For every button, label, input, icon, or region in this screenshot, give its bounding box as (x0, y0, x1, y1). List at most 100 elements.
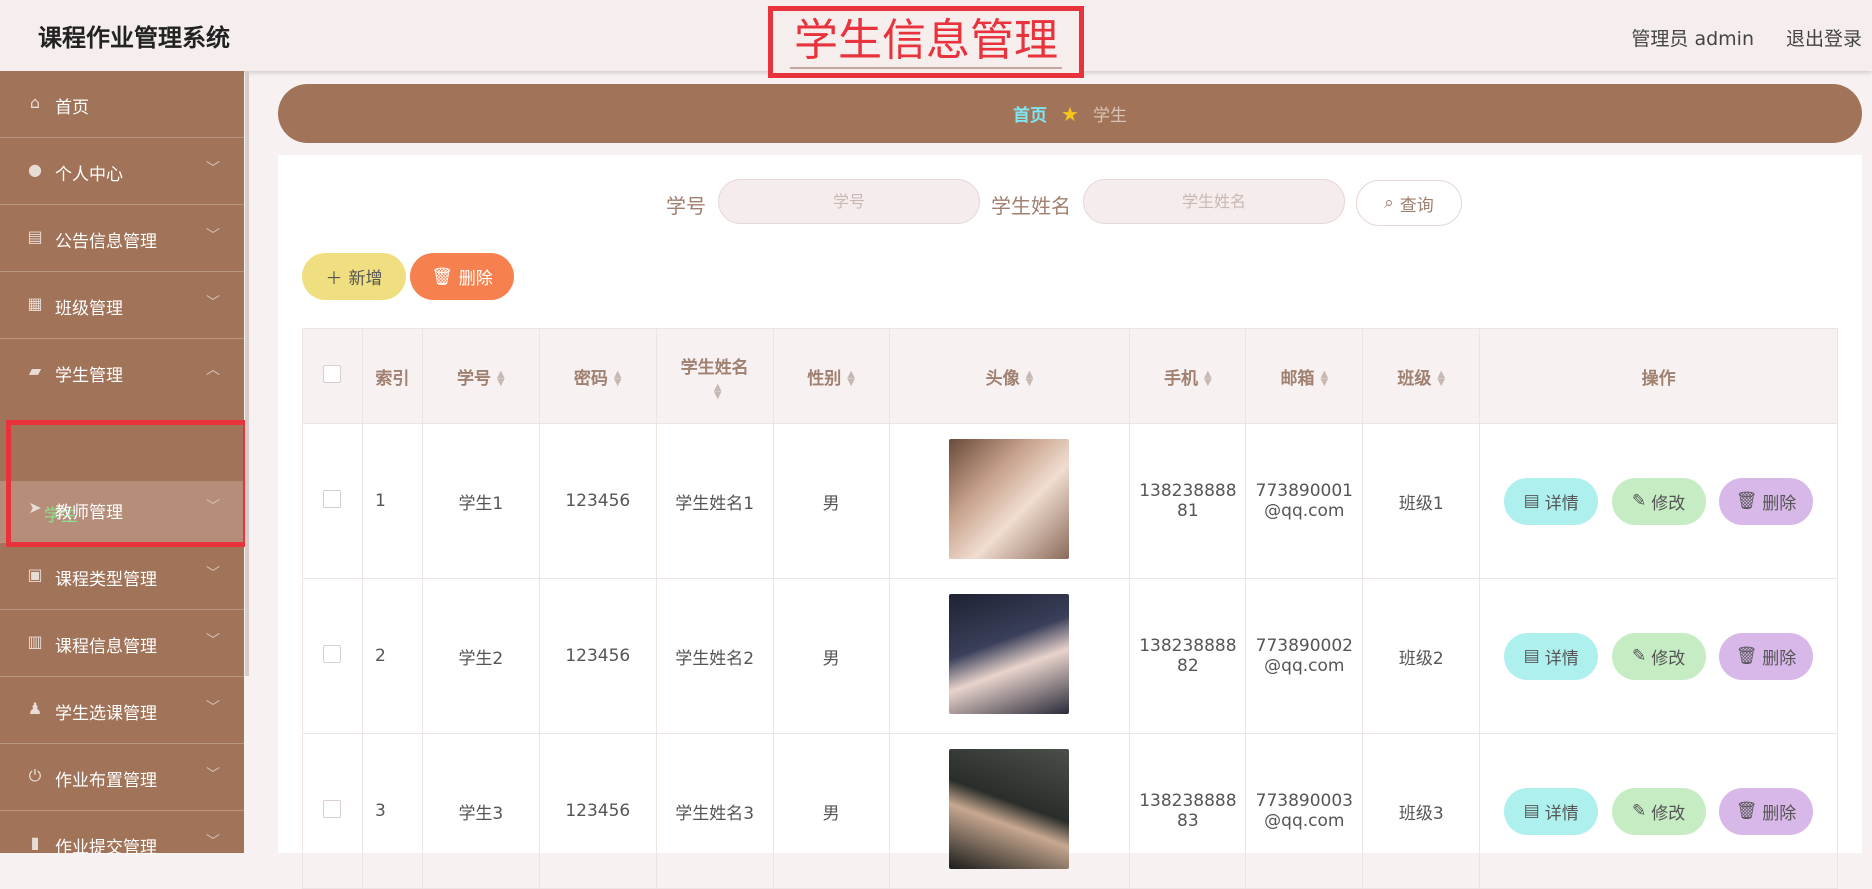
sort-icon[interactable]: ▲ ▼ (614, 369, 622, 387)
logout-link[interactable]: 退出登录 (1786, 24, 1862, 51)
delete-button[interactable]: 🗑 删除 (1719, 787, 1813, 835)
avatar[interactable] (949, 438, 1070, 559)
col-class[interactable]: 班级 ▲ ▼ (1362, 328, 1481, 424)
breadcrumb: 首页 ★ 学生 (278, 84, 1862, 143)
edit-button[interactable]: ✎ 修改 (1611, 787, 1706, 835)
sidebar-item-label: 课程信息管理 (55, 637, 157, 657)
sort-icon[interactable]: ▲ ▼ (1437, 369, 1445, 387)
trash-icon: 🗑 (431, 266, 453, 287)
person-icon: ♟ (27, 699, 43, 718)
detail-button[interactable]: ▤ 详情 (1504, 787, 1599, 835)
avatar[interactable] (949, 593, 1070, 714)
sidebar-item-homework-assign[interactable]: ⏻ 作业布置管理 ﹀ (0, 744, 244, 811)
cell-index: 3 (361, 733, 423, 889)
sidebar-item-label: 公告信息管理 (55, 232, 157, 252)
sidebar-item-course-selection[interactable]: ♟ 学生选课管理 ﹀ (0, 677, 244, 744)
col-student-no[interactable]: 学号 ▲ ▼ (421, 328, 540, 424)
sort-icon[interactable]: ▲ ▼ (1026, 369, 1034, 387)
sidebar-item-homework-submit[interactable]: ▮ 作业提交管理 ﹀ (0, 811, 244, 878)
sort-icon[interactable]: ▲ ▼ (714, 382, 722, 400)
add-button[interactable]: ＋ 新增 (302, 253, 406, 300)
trash-icon: 🗑 (1735, 491, 1758, 511)
col-student-name-label: 学生姓名 (680, 357, 749, 378)
row-select-cell (302, 423, 363, 579)
sidebar-item-course-types[interactable]: ▣ 课程类型管理 ﹀ (0, 543, 244, 610)
col-email[interactable]: 邮箱 ▲ ▼ (1245, 328, 1364, 424)
row-checkbox[interactable] (323, 799, 342, 818)
table-header-row: 索引 学号 ▲ ▼ 密码 ▲ ▼ 学生姓名 ▲ ▼ 性别 ▲ ▼ 头像 ▲ ▼ 手机 ▲ ▼ 邮箱 ▲ ▼ … (302, 328, 1838, 424)
sidebar-item-profile[interactable]: ● 个人中心 ﹀ (0, 138, 244, 205)
cell-student-name: 学生姓名1 (655, 423, 774, 579)
batch-delete-label: 删除 (458, 269, 493, 289)
clipboard-icon: ▤ (27, 227, 43, 246)
sidebar-item-home[interactable]: ⌂ 首页 (0, 71, 244, 138)
cell-index: 2 (361, 578, 423, 734)
query-button-label: 查询 (1399, 195, 1434, 216)
cell-email: 773890002 @qq.com (1245, 578, 1364, 734)
pencil-icon: ✎ (1631, 646, 1647, 666)
student-name-input[interactable]: 学生姓名 (1083, 179, 1345, 224)
avatar[interactable] (949, 748, 1070, 869)
cell-class: 班级3 (1362, 733, 1481, 889)
cell-student-no: 学生2 (421, 578, 540, 734)
student-no-input[interactable]: 学号 (718, 179, 980, 224)
detail-button[interactable]: ▤ 详情 (1504, 477, 1599, 525)
sidebar-item-label: 作业提交管理 (55, 838, 157, 858)
page-title-box: 学生信息管理 (768, 6, 1084, 78)
select-all-checkbox[interactable] (323, 364, 342, 383)
detail-button[interactable]: ▤ 详情 (1504, 632, 1599, 680)
cell-gender: 男 (772, 423, 890, 579)
col-student-name[interactable]: 学生姓名 ▲ ▼ (655, 328, 774, 424)
user-icon: ● (28, 160, 42, 179)
delete-button[interactable]: 🗑 删除 (1719, 477, 1813, 525)
cell-avatar (888, 423, 1131, 579)
cell-avatar (888, 578, 1131, 734)
col-phone-label: 手机 (1164, 368, 1198, 389)
page-title: 学生信息管理 (790, 15, 1062, 69)
delete-button[interactable]: 🗑 删除 (1719, 632, 1813, 680)
row-checkbox[interactable] (323, 644, 342, 663)
app-title: 课程作业管理系统 (38, 24, 230, 52)
document-icon: ▥ (27, 632, 43, 651)
star-icon: ★ (1061, 101, 1079, 126)
col-gender[interactable]: 性别 ▲ ▼ (772, 328, 890, 424)
sort-icon[interactable]: ▲ ▼ (1320, 369, 1328, 387)
sidebar-item-classes[interactable]: ▦ 班级管理 ﹀ (0, 272, 244, 339)
query-button[interactable]: ⌕ 查询 (1356, 180, 1462, 226)
cell-avatar (888, 733, 1131, 889)
document-icon: ▤ (1523, 801, 1540, 821)
sort-icon[interactable]: ▲ ▼ (847, 369, 855, 387)
chevron-down-icon: ﹀ (206, 228, 220, 244)
chevron-down-icon: ﹀ (206, 295, 220, 311)
sort-icon[interactable]: ▲ ▼ (497, 369, 505, 387)
sidebar-item-students[interactable]: ▰ 学生管理 ︿ (0, 339, 244, 406)
col-avatar[interactable]: 头像 ▲ ▼ (888, 328, 1131, 424)
cell-phone: 138238888 82 (1129, 578, 1247, 734)
briefcase-icon: ▣ (27, 565, 43, 584)
sidebar-item-label: 首页 (55, 98, 89, 118)
col-class-label: 班级 (1397, 368, 1432, 389)
pencil-icon: ✎ (1631, 491, 1647, 511)
breadcrumb-home[interactable]: 首页 (1013, 101, 1047, 126)
student-table: 索引 学号 ▲ ▼ 密码 ▲ ▼ 学生姓名 ▲ ▼ 性别 ▲ ▼ 头像 ▲ ▼ 手机 ▲ ▼ 邮箱 ▲ ▼ … (302, 328, 1838, 889)
sidebar-scrollbar[interactable] (245, 71, 249, 676)
col-student-no-label: 学号 (457, 368, 491, 389)
row-checkbox[interactable] (323, 489, 342, 508)
sort-icon[interactable]: ▲ ▼ (1204, 369, 1212, 387)
sidebar-item-label: 作业布置管理 (55, 771, 157, 791)
book-icon: ▮ (30, 833, 40, 852)
add-button-label: 新增 (348, 269, 383, 289)
col-password[interactable]: 密码 ▲ ▼ (538, 328, 657, 424)
edit-button[interactable]: ✎ 修改 (1611, 477, 1706, 525)
cell-email: 773890001 @qq.com (1245, 423, 1364, 579)
col-phone[interactable]: 手机 ▲ ▼ (1129, 328, 1247, 424)
sidebar: ⌂ 首页 ● 个人中心 ﹀ ▤ 公告信息管理 ﹀ ▦ 班级管理 ﹀ ▰ 学生管理… (0, 71, 248, 878)
cell-ops: ▤ 详情 ✎ 修改 🗑 删除 (1479, 423, 1838, 579)
col-password-label: 密码 (573, 368, 608, 389)
sidebar-item-course-info[interactable]: ▥ 课程信息管理 ﹀ (0, 610, 244, 677)
chevron-down-icon: ﹀ (206, 834, 220, 850)
batch-delete-button[interactable]: 🗑 删除 (410, 253, 514, 300)
cell-student-no: 学生3 (421, 733, 540, 889)
sidebar-item-notices[interactable]: ▤ 公告信息管理 ﹀ (0, 205, 244, 272)
edit-button[interactable]: ✎ 修改 (1611, 632, 1706, 680)
